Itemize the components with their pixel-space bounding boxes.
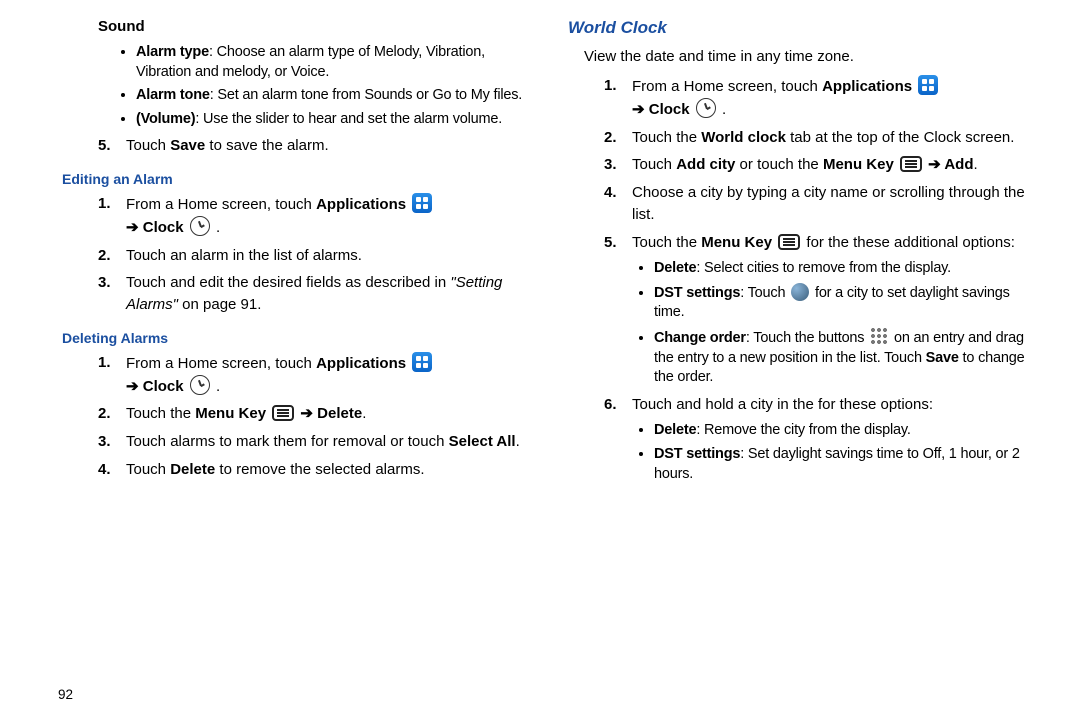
menu-key-icon	[900, 156, 922, 172]
left-column: Sound Alarm type: Choose an alarm type o…	[62, 18, 524, 710]
right-column: World Clock View the date and time in an…	[568, 18, 1030, 710]
section-world-clock: World Clock	[568, 18, 1030, 38]
section-editing: Editing an Alarm	[62, 171, 524, 187]
step: 1. From a Home screen, touch Application…	[62, 352, 524, 398]
applications-icon	[412, 352, 432, 372]
page-number: 92	[58, 687, 73, 702]
step: 4. Choose a city by typing a city name o…	[568, 182, 1030, 226]
list-item: DST settings: Touch for a city to set da…	[654, 283, 1030, 323]
clock-icon	[190, 216, 210, 236]
list-item: DST settings: Set daylight savings time …	[654, 445, 1030, 484]
section-deleting: Deleting Alarms	[62, 330, 524, 346]
step: 1. From a Home screen, touch Application…	[568, 75, 1030, 121]
options-list-1: Delete: Select cities to remove from the…	[568, 259, 1030, 387]
step: 5. Touch the Menu Key for the these addi…	[568, 232, 1030, 254]
step: 4. Touch Delete to remove the selected a…	[62, 459, 524, 481]
menu-key-icon	[778, 234, 800, 250]
section-sound: Sound	[62, 18, 524, 35]
step: 3. Touch and edit the desired fields as …	[62, 272, 524, 316]
list-item: Alarm tone: Set an alarm tone from Sound…	[136, 86, 524, 106]
clock-icon	[696, 98, 716, 118]
options-list-2: Delete: Remove the city from the display…	[568, 421, 1030, 484]
list-item: (Volume): Use the slider to hear and set…	[136, 110, 524, 130]
step: 2. Touch the World clock tab at the top …	[568, 127, 1030, 149]
list-item: Delete: Select cities to remove from the…	[654, 259, 1030, 279]
step: 5. Touch Save to save the alarm.	[62, 135, 524, 157]
step: 3. Touch Add city or touch the Menu Key …	[568, 154, 1030, 176]
manual-page: Sound Alarm type: Choose an alarm type o…	[0, 0, 1080, 720]
intro-text: View the date and time in any time zone.	[584, 46, 1030, 67]
step: 2. Touch the Menu Key ➔ Delete.	[62, 403, 524, 425]
step: 2. Touch an alarm in the list of alarms.	[62, 245, 524, 267]
list-item: Alarm type: Choose an alarm type of Melo…	[136, 43, 524, 82]
drag-handle-icon	[870, 327, 888, 345]
applications-icon	[918, 75, 938, 95]
sound-bullets: Alarm type: Choose an alarm type of Melo…	[62, 43, 524, 129]
step: 6. Touch and hold a city in the for thes…	[568, 394, 1030, 416]
menu-key-icon	[272, 405, 294, 421]
list-item: Change order: Touch the buttons on an en…	[654, 327, 1030, 388]
globe-icon	[791, 283, 809, 301]
list-item: Delete: Remove the city from the display…	[654, 421, 1030, 441]
step: 1. From a Home screen, touch Application…	[62, 193, 524, 239]
applications-icon	[412, 193, 432, 213]
clock-icon	[190, 375, 210, 395]
step: 3. Touch alarms to mark them for removal…	[62, 431, 524, 453]
